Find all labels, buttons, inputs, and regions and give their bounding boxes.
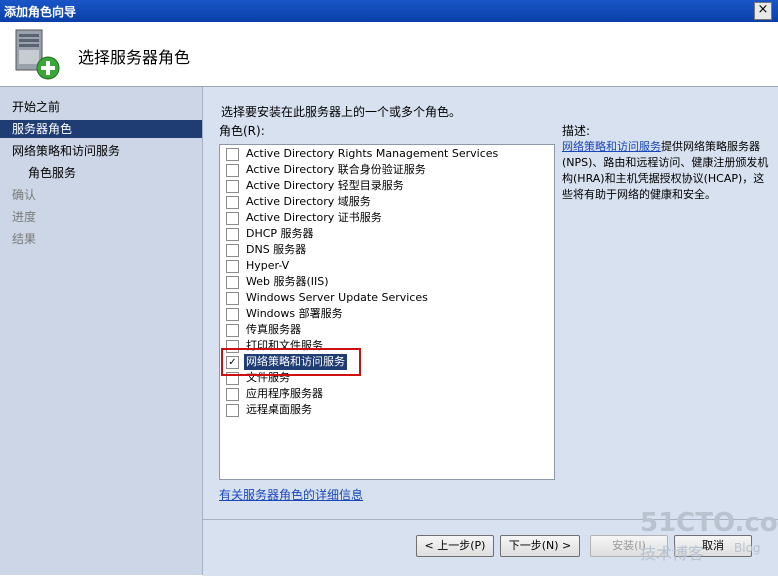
server-add-icon <box>15 29 60 80</box>
checkbox[interactable] <box>226 228 239 241</box>
previous-button[interactable]: < 上一步(P) <box>416 535 494 557</box>
role-label: Windows 部署服务 <box>246 307 343 320</box>
checkbox[interactable] <box>226 260 239 273</box>
window-title: 添加角色向导 <box>4 5 77 19</box>
wizard-sidebar: 开始之前 服务器角色 网络策略和访问服务 角色服务 确认 进度 结果 <box>0 87 203 575</box>
role-label: Windows Server Update Services <box>246 291 428 304</box>
role-label: Active Directory Rights Management Servi… <box>246 147 499 160</box>
next-button[interactable]: 下一步(N) > <box>500 535 580 557</box>
checkbox[interactable] <box>226 212 239 225</box>
wizard-header: 选择服务器角色 <box>0 22 778 87</box>
page-title: 选择服务器角色 <box>78 48 191 67</box>
checkbox[interactable] <box>226 276 239 289</box>
main-panel: 选择要安装在此服务器上的一个或多个角色。 角色(R): 描述: Active D… <box>203 87 778 519</box>
sidebar-item-confirmation: 确认 <box>12 188 37 202</box>
title-bar: 添加角色向导 × <box>0 0 778 22</box>
role-label: Hyper-V <box>246 259 290 272</box>
more-info-link[interactable]: 有关服务器角色的详细信息 <box>219 486 363 503</box>
watermark-subtitle: 技术博客 <box>640 544 705 563</box>
close-button[interactable]: × <box>754 2 772 20</box>
sidebar-item-role-services[interactable]: 角色服务 <box>0 164 202 182</box>
roles-list[interactable]: Active Directory Rights Management Servi… <box>219 144 555 480</box>
sidebar-item-progress: 进度 <box>12 210 37 224</box>
role-label: Web 服务器(IIS) <box>246 275 329 288</box>
roles-label: 角色(R): <box>219 124 265 138</box>
checkbox[interactable] <box>226 164 239 177</box>
watermark-blog: Blog <box>734 541 761 555</box>
role-label: DNS 服务器 <box>246 243 307 256</box>
checkbox[interactable] <box>226 196 239 209</box>
sidebar-item-server-roles[interactable]: 服务器角色 <box>0 120 202 138</box>
watermark-logo: 51CTO.com <box>640 508 778 538</box>
description-label: 描述: <box>562 124 591 138</box>
checkbox[interactable] <box>226 180 239 193</box>
annotation-highlight-box <box>221 348 361 376</box>
role-label: Active Directory 联合身份验证服务 <box>246 163 426 176</box>
role-label: Active Directory 轻型目录服务 <box>246 179 404 192</box>
checkbox[interactable] <box>226 308 239 321</box>
description-panel: 网络策略和访问服务提供网络策略服务器(NPS)、路由和远程访问、健康注册颁发机构… <box>562 139 770 203</box>
instruction-text: 选择要安装在此服务器上的一个或多个角色。 <box>221 105 462 119</box>
role-label: 应用程序服务器 <box>246 387 323 400</box>
checkbox[interactable] <box>226 292 239 305</box>
role-label: DHCP 服务器 <box>246 227 314 240</box>
role-label: 远程桌面服务 <box>246 403 312 416</box>
checkbox[interactable] <box>226 148 239 161</box>
checkbox[interactable] <box>226 324 239 337</box>
sidebar-item-before-you-begin[interactable]: 开始之前 <box>0 98 202 116</box>
description-link[interactable]: 网络策略和访问服务 <box>562 140 661 153</box>
role-label: Active Directory 域服务 <box>246 195 371 208</box>
sidebar-item-results: 结果 <box>12 232 37 246</box>
checkbox[interactable] <box>226 388 239 401</box>
sidebar-item-npas[interactable]: 网络策略和访问服务 <box>0 142 202 160</box>
checkbox[interactable] <box>226 404 239 417</box>
role-label: 传真服务器 <box>246 323 301 336</box>
role-label: Active Directory 证书服务 <box>246 211 382 224</box>
checkbox[interactable] <box>226 244 239 257</box>
